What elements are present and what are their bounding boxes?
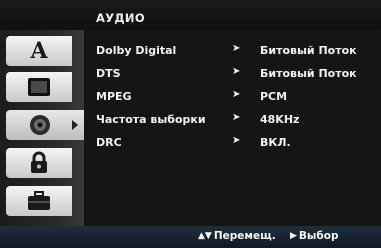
tab-audio[interactable] — [6, 110, 84, 140]
letter-a-icon: A — [30, 38, 48, 64]
sidebar: A — [0, 30, 84, 226]
settings-menu: Dolby Digital ➤ Битовый Поток DTS ➤ Бито… — [84, 30, 381, 226]
row-label: DTS — [96, 67, 121, 80]
row-label: MPEG — [96, 90, 132, 103]
arrow-right-icon: ➤ — [232, 135, 241, 146]
move-hint: ▲▼ Перемещ. — [198, 230, 276, 242]
select-hint: ▶ Выбор — [290, 230, 338, 242]
play-arrow-icon: ▶ — [290, 231, 297, 241]
menu-row-drc[interactable]: DRC ➤ ВКЛ. — [84, 134, 381, 152]
up-down-arrows-icon: ▲▼ — [198, 231, 212, 241]
speaker-icon — [30, 115, 50, 135]
arrow-right-icon: ➤ — [232, 89, 241, 100]
tv-screen-icon — [28, 78, 50, 96]
tab-lock[interactable] — [6, 148, 72, 178]
select-hint-label: Выбор — [298, 230, 339, 242]
arrow-right-icon: ➤ — [232, 43, 241, 54]
row-value: Битовый Поток — [260, 44, 357, 57]
row-value: Битовый Поток — [260, 67, 357, 80]
tab-language[interactable]: A — [6, 36, 72, 66]
page-title: АУДИО — [96, 11, 145, 25]
menu-row-dts[interactable]: DTS ➤ Битовый Поток — [84, 65, 381, 83]
row-value: 48KHz — [260, 113, 300, 126]
chevron-right-icon — [72, 120, 78, 130]
footer-hints: ▲▼ Перемещ. ▶ Выбор — [0, 226, 381, 248]
menu-row-dolby[interactable]: Dolby Digital ➤ Битовый Поток — [84, 42, 381, 60]
arrow-right-icon: ➤ — [232, 66, 241, 77]
row-value: ВКЛ. — [260, 136, 291, 149]
tab-display[interactable] — [6, 72, 72, 102]
row-label: Частота выборки — [96, 113, 206, 126]
padlock-icon — [31, 151, 47, 173]
menu-row-sample-rate[interactable]: Частота выборки ➤ 48KHz — [84, 111, 381, 129]
row-label: DRC — [96, 136, 122, 149]
row-label: Dolby Digital — [96, 44, 177, 57]
row-value: PCM — [260, 90, 288, 103]
briefcase-icon — [28, 191, 50, 210]
move-hint-label: Перемещ. — [213, 230, 276, 242]
arrow-right-icon: ➤ — [232, 112, 241, 123]
header-bar: АУДИО — [0, 0, 381, 30]
tab-other[interactable] — [6, 186, 72, 216]
menu-row-mpeg[interactable]: MPEG ➤ PCM — [84, 88, 381, 106]
